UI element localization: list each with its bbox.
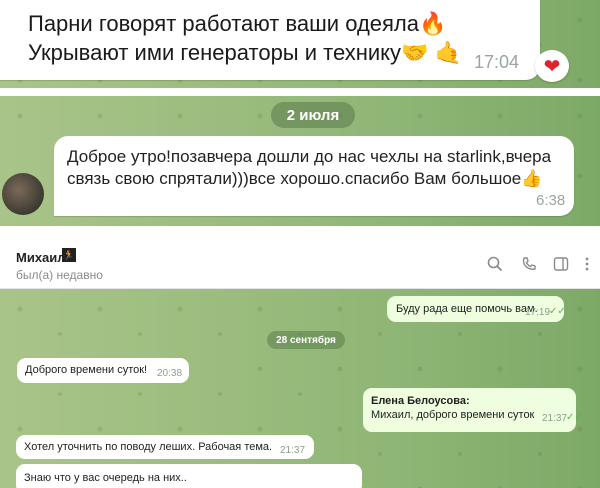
message-bubble[interactable]: Доброе утро!позавчера дошли до нас чехлы…: [54, 136, 574, 216]
message-line-2: Укрывают ими генераторы и технику: [28, 40, 402, 65]
message-text: Знаю что у вас очередь на них..: [24, 472, 187, 484]
message-text: Хотел уточнить по поводу леших. Рабочая …: [24, 441, 273, 453]
chat-screenshot-2: 2 июля Доброе утро!позавчера дошли до на…: [0, 96, 600, 226]
heart-reaction-icon[interactable]: ❤: [535, 50, 569, 82]
call-me-hand-emoji: 🤙: [434, 40, 462, 65]
message-line-1: Парни говорят работают ваши одеяла: [28, 11, 420, 36]
message-bubble-incoming[interactable]: Доброго времени суток! 20:38: [17, 358, 189, 383]
message-time: 20:38: [157, 368, 183, 379]
message-time: 21:37: [280, 445, 306, 456]
double-check-icon: ✓✓: [549, 306, 566, 317]
chat-area[interactable]: Буду рада еще помочь вам. 17:19 ✓✓ 28 се…: [0, 289, 600, 488]
message-bubble[interactable]: Парни говорят работают ваши одеяла🔥 Укры…: [0, 0, 540, 80]
chat-screenshot-1: Парни говорят работают ваши одеяла🔥 Укры…: [0, 0, 600, 88]
message-line-2: связь свою спрятали)))все хорошо.спасибо…: [67, 169, 522, 188]
avatar[interactable]: [2, 173, 44, 215]
message-bubble-incoming[interactable]: Хотел уточнить по поводу леших. Рабочая …: [16, 435, 314, 459]
phone-icon[interactable]: [520, 256, 538, 274]
message-time: 17:04: [474, 52, 520, 72]
message-time: 6:38: [536, 192, 566, 209]
message-time: 17:19: [525, 307, 551, 318]
message-text: Парни говорят работают ваши одеяла🔥 Укры…: [28, 9, 462, 67]
message-text: Буду рада еще помочь вам.: [396, 303, 538, 315]
contact-status: был(а) недавно: [16, 268, 103, 282]
chat-header: Михаил 🏃 был(а) недавно: [0, 238, 600, 289]
more-icon[interactable]: [578, 256, 596, 274]
message-bubble-outgoing[interactable]: Елена Белоусова: Михаил, доброго времени…: [363, 388, 583, 432]
message-text: Доброго времени суток!: [25, 364, 148, 376]
chat-screenshot-3: Михаил 🏃 был(а) недавно Буду рада еще по…: [0, 238, 600, 488]
fire-emoji: 🔥: [419, 11, 447, 36]
handshake-emoji: 🤝: [401, 40, 429, 65]
message-text: Михаил, доброго времени суток: [371, 409, 535, 421]
message-bubble-outgoing[interactable]: Буду рада еще помочь вам. 17:19 ✓✓: [387, 296, 566, 322]
contact-badge-icon: 🏃: [62, 248, 76, 262]
date-separator: 2 июля: [271, 102, 355, 128]
thumbs-up-emoji: 👍: [521, 169, 543, 188]
date-separator: 28 сентября: [267, 331, 345, 349]
message-line-1: Доброе утро!позавчера дошли до нас чехлы…: [67, 147, 552, 166]
message-text: Доброе утро!позавчера дошли до нас чехлы…: [67, 146, 551, 190]
message-time: 21:37: [542, 413, 568, 424]
search-icon[interactable]: [486, 256, 504, 274]
double-check-icon: ✓✓: [566, 412, 583, 423]
sidebar-icon[interactable]: [552, 256, 570, 274]
message-bubble-incoming[interactable]: Знаю что у вас очередь на них..: [16, 464, 362, 488]
message-author: Елена Белоусова:: [371, 395, 470, 407]
contact-name[interactable]: Михаил: [16, 250, 66, 265]
